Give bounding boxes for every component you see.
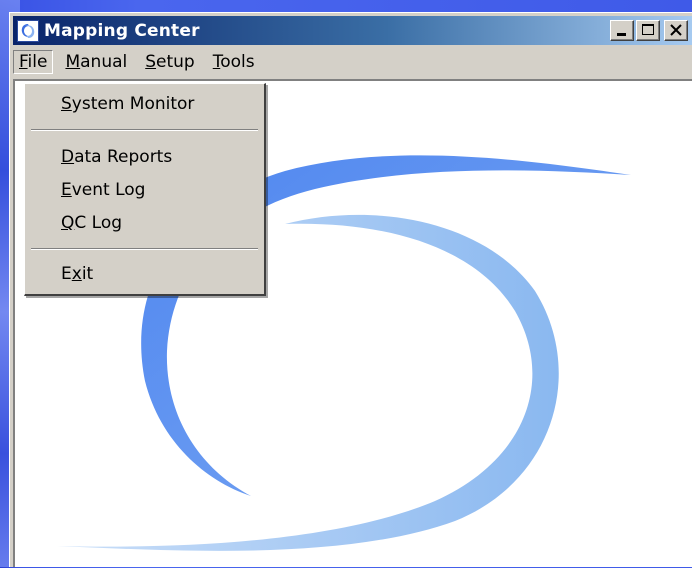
- menu-item-qc-log[interactable]: QC Log: [61, 213, 122, 233]
- menu-item-event-log-rest: vent Log: [71, 180, 146, 200]
- menu-item-exit-rest: it: [81, 264, 94, 284]
- menu-tools[interactable]: Tools: [207, 50, 261, 74]
- minimize-icon: [617, 33, 626, 36]
- menu-bar: File Manual Setup Tools: [13, 48, 692, 76]
- menu-item-event-log-mnemonic: E: [61, 180, 72, 200]
- window-title: Mapping Center: [44, 20, 200, 41]
- menu-item-exit-mnemonic: x: [71, 264, 82, 284]
- swirl-logo-icon[interactable]: [17, 19, 39, 42]
- window-controls: [610, 20, 688, 41]
- menu-setup-mnemonic: S: [145, 52, 157, 72]
- menu-manual[interactable]: Manual: [59, 50, 133, 74]
- menu-item-data-reports[interactable]: Data Reports: [61, 147, 172, 167]
- menu-file-rest: ile: [27, 52, 48, 72]
- menu-file-mnemonic: F: [19, 52, 28, 72]
- menu-setup[interactable]: Setup: [139, 50, 201, 74]
- menu-setup-rest: etup: [156, 52, 195, 72]
- maximize-button[interactable]: [636, 20, 660, 41]
- close-icon: [670, 24, 682, 36]
- menu-item-exit[interactable]: Exit: [61, 264, 93, 284]
- menu-item-system-monitor-mnemonic: S: [61, 94, 72, 114]
- file-menu-dropdown: System Monitor Data Reports Event Log QC…: [24, 83, 266, 296]
- menu-item-system-monitor[interactable]: System Monitor: [61, 94, 194, 114]
- menu-item-data-reports-rest: ata Reports: [74, 147, 173, 167]
- menu-manual-rest: anual: [80, 52, 128, 72]
- menu-item-system-monitor-rest: ystem Monitor: [71, 94, 195, 114]
- menu-item-qc-log-mnemonic: Q: [61, 213, 75, 233]
- menu-separator: [31, 129, 258, 131]
- menu-item-exit-pre: E: [61, 264, 72, 284]
- maximize-icon: [642, 24, 654, 35]
- menu-item-event-log[interactable]: Event Log: [61, 180, 145, 200]
- minimize-button[interactable]: [610, 20, 634, 41]
- menu-item-data-reports-mnemonic: D: [61, 147, 75, 167]
- menu-item-qc-log-rest: C Log: [74, 213, 123, 233]
- title-bar[interactable]: Mapping Center: [13, 16, 692, 45]
- menu-file[interactable]: File: [13, 50, 54, 74]
- close-button[interactable]: [664, 20, 688, 41]
- menu-tools-rest: ools: [220, 52, 255, 72]
- menu-manual-mnemonic: M: [65, 52, 81, 72]
- menu-separator: [31, 248, 258, 250]
